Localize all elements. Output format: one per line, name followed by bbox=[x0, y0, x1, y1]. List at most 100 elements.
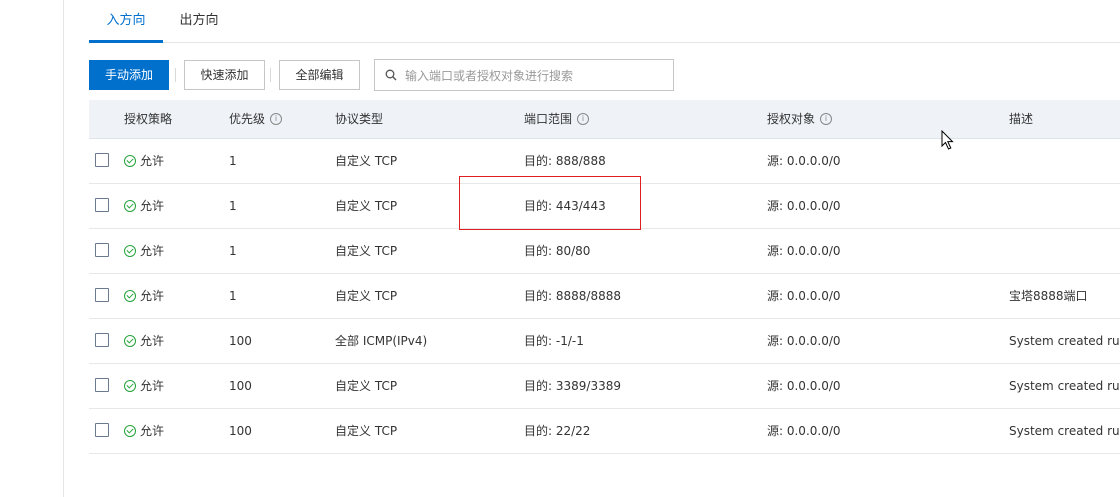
info-icon[interactable]: i bbox=[820, 112, 833, 125]
cell-policy: 允许 bbox=[124, 184, 164, 228]
cell-source: 源: 0.0.0.0/0 bbox=[767, 274, 841, 318]
row-checkbox[interactable] bbox=[95, 288, 109, 302]
column-header-priority: 优先级 i bbox=[229, 100, 283, 138]
cell-description-text: System created rule. bbox=[1009, 424, 1120, 438]
info-icon[interactable]: i bbox=[270, 112, 283, 125]
cell-policy: 允许 bbox=[124, 364, 164, 408]
cell-source: 源: 0.0.0.0/0 bbox=[767, 229, 841, 273]
cell-priority: 1 bbox=[229, 184, 237, 228]
cell-priority-text: 100 bbox=[229, 379, 252, 393]
check-circle-icon bbox=[124, 289, 136, 302]
table-row: 允许 1 自定义 TCP 目的: 8888/8888 源: 0.0.0.0/0 宝塔888… bbox=[89, 274, 1120, 319]
cell-port-range: 目的: 888/888 bbox=[524, 139, 606, 183]
table-row: 允许 100 自定义 TCP 目的: 22/22 源: 0.0.0.0/0 System … bbox=[89, 409, 1120, 454]
cell-source-text: 源: 0.0.0.0/0 bbox=[767, 424, 841, 438]
cell-port-range: 目的: 443/443 bbox=[524, 184, 606, 228]
cell-protocol: 自定义 TCP bbox=[335, 409, 397, 453]
cell-protocol-text: 自定义 TCP bbox=[335, 244, 398, 258]
cell-priority: 1 bbox=[229, 139, 237, 183]
cell-port-range-text: 目的: 3389/3389 bbox=[524, 379, 621, 393]
cell-description-text: 宝塔8888端口 bbox=[1009, 289, 1088, 303]
cell-source-text: 源: 0.0.0.0/0 bbox=[767, 289, 841, 303]
cell-policy-text: 允许 bbox=[140, 289, 165, 303]
cell-protocol-text: 自定义 TCP bbox=[335, 424, 398, 438]
cell-description: System created rule. bbox=[1009, 409, 1120, 453]
cell-priority: 100 bbox=[229, 364, 252, 408]
cell-source: 源: 0.0.0.0/0 bbox=[767, 184, 841, 228]
cell-source: 源: 0.0.0.0/0 bbox=[767, 139, 841, 183]
column-header-source: 授权对象 i bbox=[767, 100, 833, 138]
table-row: 允许 100 全部 ICMP(IPv4) 目的: -1/-1 源: 0.0.0.0/0 S… bbox=[89, 319, 1120, 364]
cell-priority-text: 1 bbox=[229, 244, 237, 258]
info-icon[interactable]: i bbox=[577, 112, 590, 125]
rules-table: 授权策略 优先级 i 协议类型 端口范围 i 授权对象 i 描述 允许 1 自定义 TCP… bbox=[89, 100, 1120, 454]
row-checkbox[interactable] bbox=[95, 333, 109, 347]
cell-protocol-text: 自定义 TCP bbox=[335, 199, 398, 213]
cell-policy: 允许 bbox=[124, 274, 164, 318]
direction-tabs: 入方向 出方向 bbox=[89, 0, 1120, 43]
tab-outbound[interactable]: 出方向 bbox=[169, 0, 229, 42]
cell-port-range: 目的: 22/22 bbox=[524, 409, 590, 453]
cell-description-text: System created rule. bbox=[1009, 334, 1120, 348]
cell-port-range-text: 目的: 8888/8888 bbox=[524, 289, 621, 303]
cell-protocol: 自定义 TCP bbox=[335, 364, 397, 408]
column-header-protocol: 协议类型 bbox=[335, 112, 384, 126]
cell-description: System created rule. bbox=[1009, 319, 1120, 363]
search-input[interactable] bbox=[403, 60, 667, 92]
check-circle-icon bbox=[124, 244, 136, 257]
tab-inbound[interactable]: 入方向 bbox=[89, 0, 163, 43]
cell-policy-text: 允许 bbox=[140, 154, 165, 168]
toolbar-divider bbox=[175, 68, 176, 82]
cell-source-text: 源: 0.0.0.0/0 bbox=[767, 244, 841, 258]
quick-add-button[interactable]: 快速添加 bbox=[184, 60, 265, 90]
cell-policy: 允许 bbox=[124, 229, 164, 273]
row-checkbox[interactable] bbox=[95, 243, 109, 257]
row-checkbox[interactable] bbox=[95, 198, 109, 212]
cell-priority: 100 bbox=[229, 319, 252, 363]
check-circle-icon bbox=[124, 154, 136, 167]
row-checkbox[interactable] bbox=[95, 378, 109, 392]
cell-policy: 允许 bbox=[124, 319, 164, 363]
cell-port-range-text: 目的: 888/888 bbox=[524, 154, 606, 168]
cell-port-range-text: 目的: -1/-1 bbox=[524, 334, 584, 348]
table-header: 授权策略 优先级 i 协议类型 端口范围 i 授权对象 i 描述 bbox=[89, 100, 1120, 139]
cell-port-range: 目的: 3389/3389 bbox=[524, 364, 621, 408]
cell-policy-text: 允许 bbox=[140, 424, 165, 438]
toolbar-divider bbox=[270, 68, 271, 82]
cell-protocol: 自定义 TCP bbox=[335, 229, 397, 273]
cell-protocol: 自定义 TCP bbox=[335, 274, 397, 318]
cell-priority-text: 100 bbox=[229, 424, 252, 438]
cell-port-range-text: 目的: 443/443 bbox=[524, 199, 606, 213]
cell-source-text: 源: 0.0.0.0/0 bbox=[767, 154, 841, 168]
cell-policy: 允许 bbox=[124, 409, 164, 453]
cell-policy: 允许 bbox=[124, 139, 164, 183]
cell-source-text: 源: 0.0.0.0/0 bbox=[767, 199, 841, 213]
row-checkbox[interactable] bbox=[95, 153, 109, 167]
cell-protocol-text: 全部 ICMP(IPv4) bbox=[335, 334, 428, 348]
cell-description: 宝塔8888端口 bbox=[1009, 274, 1088, 318]
cell-port-range: 目的: 8888/8888 bbox=[524, 274, 621, 318]
cell-priority-text: 1 bbox=[229, 199, 237, 213]
search-icon bbox=[385, 69, 397, 81]
cell-protocol: 全部 ICMP(IPv4) bbox=[335, 319, 427, 363]
row-checkbox[interactable] bbox=[95, 423, 109, 437]
cell-protocol: 自定义 TCP bbox=[335, 184, 397, 228]
cell-priority-text: 100 bbox=[229, 334, 252, 348]
table-row: 允许 1 自定义 TCP 目的: 80/80 源: 0.0.0.0/0 bbox=[89, 229, 1120, 274]
check-circle-icon bbox=[124, 334, 136, 347]
check-circle-icon bbox=[124, 379, 136, 392]
cell-priority-text: 1 bbox=[229, 289, 237, 303]
mouse-pointer-icon bbox=[941, 130, 954, 150]
column-header-description: 描述 bbox=[1009, 112, 1034, 126]
cell-policy-text: 允许 bbox=[140, 379, 165, 393]
column-header-policy: 授权策略 bbox=[124, 112, 173, 126]
check-circle-icon bbox=[124, 199, 136, 212]
cell-source-text: 源: 0.0.0.0/0 bbox=[767, 334, 841, 348]
cell-source: 源: 0.0.0.0/0 bbox=[767, 319, 841, 363]
security-group-rules-panel: 入方向 出方向 手动添加 快速添加 全部编辑 授权策略 优先级i 协议类型 端口… bbox=[64, 0, 1120, 497]
check-circle-icon bbox=[124, 424, 136, 437]
cell-priority: 100 bbox=[229, 409, 252, 453]
manual-add-button[interactable]: 手动添加 bbox=[89, 60, 169, 90]
edit-all-button[interactable]: 全部编辑 bbox=[279, 60, 360, 90]
left-sidebar bbox=[0, 0, 64, 497]
